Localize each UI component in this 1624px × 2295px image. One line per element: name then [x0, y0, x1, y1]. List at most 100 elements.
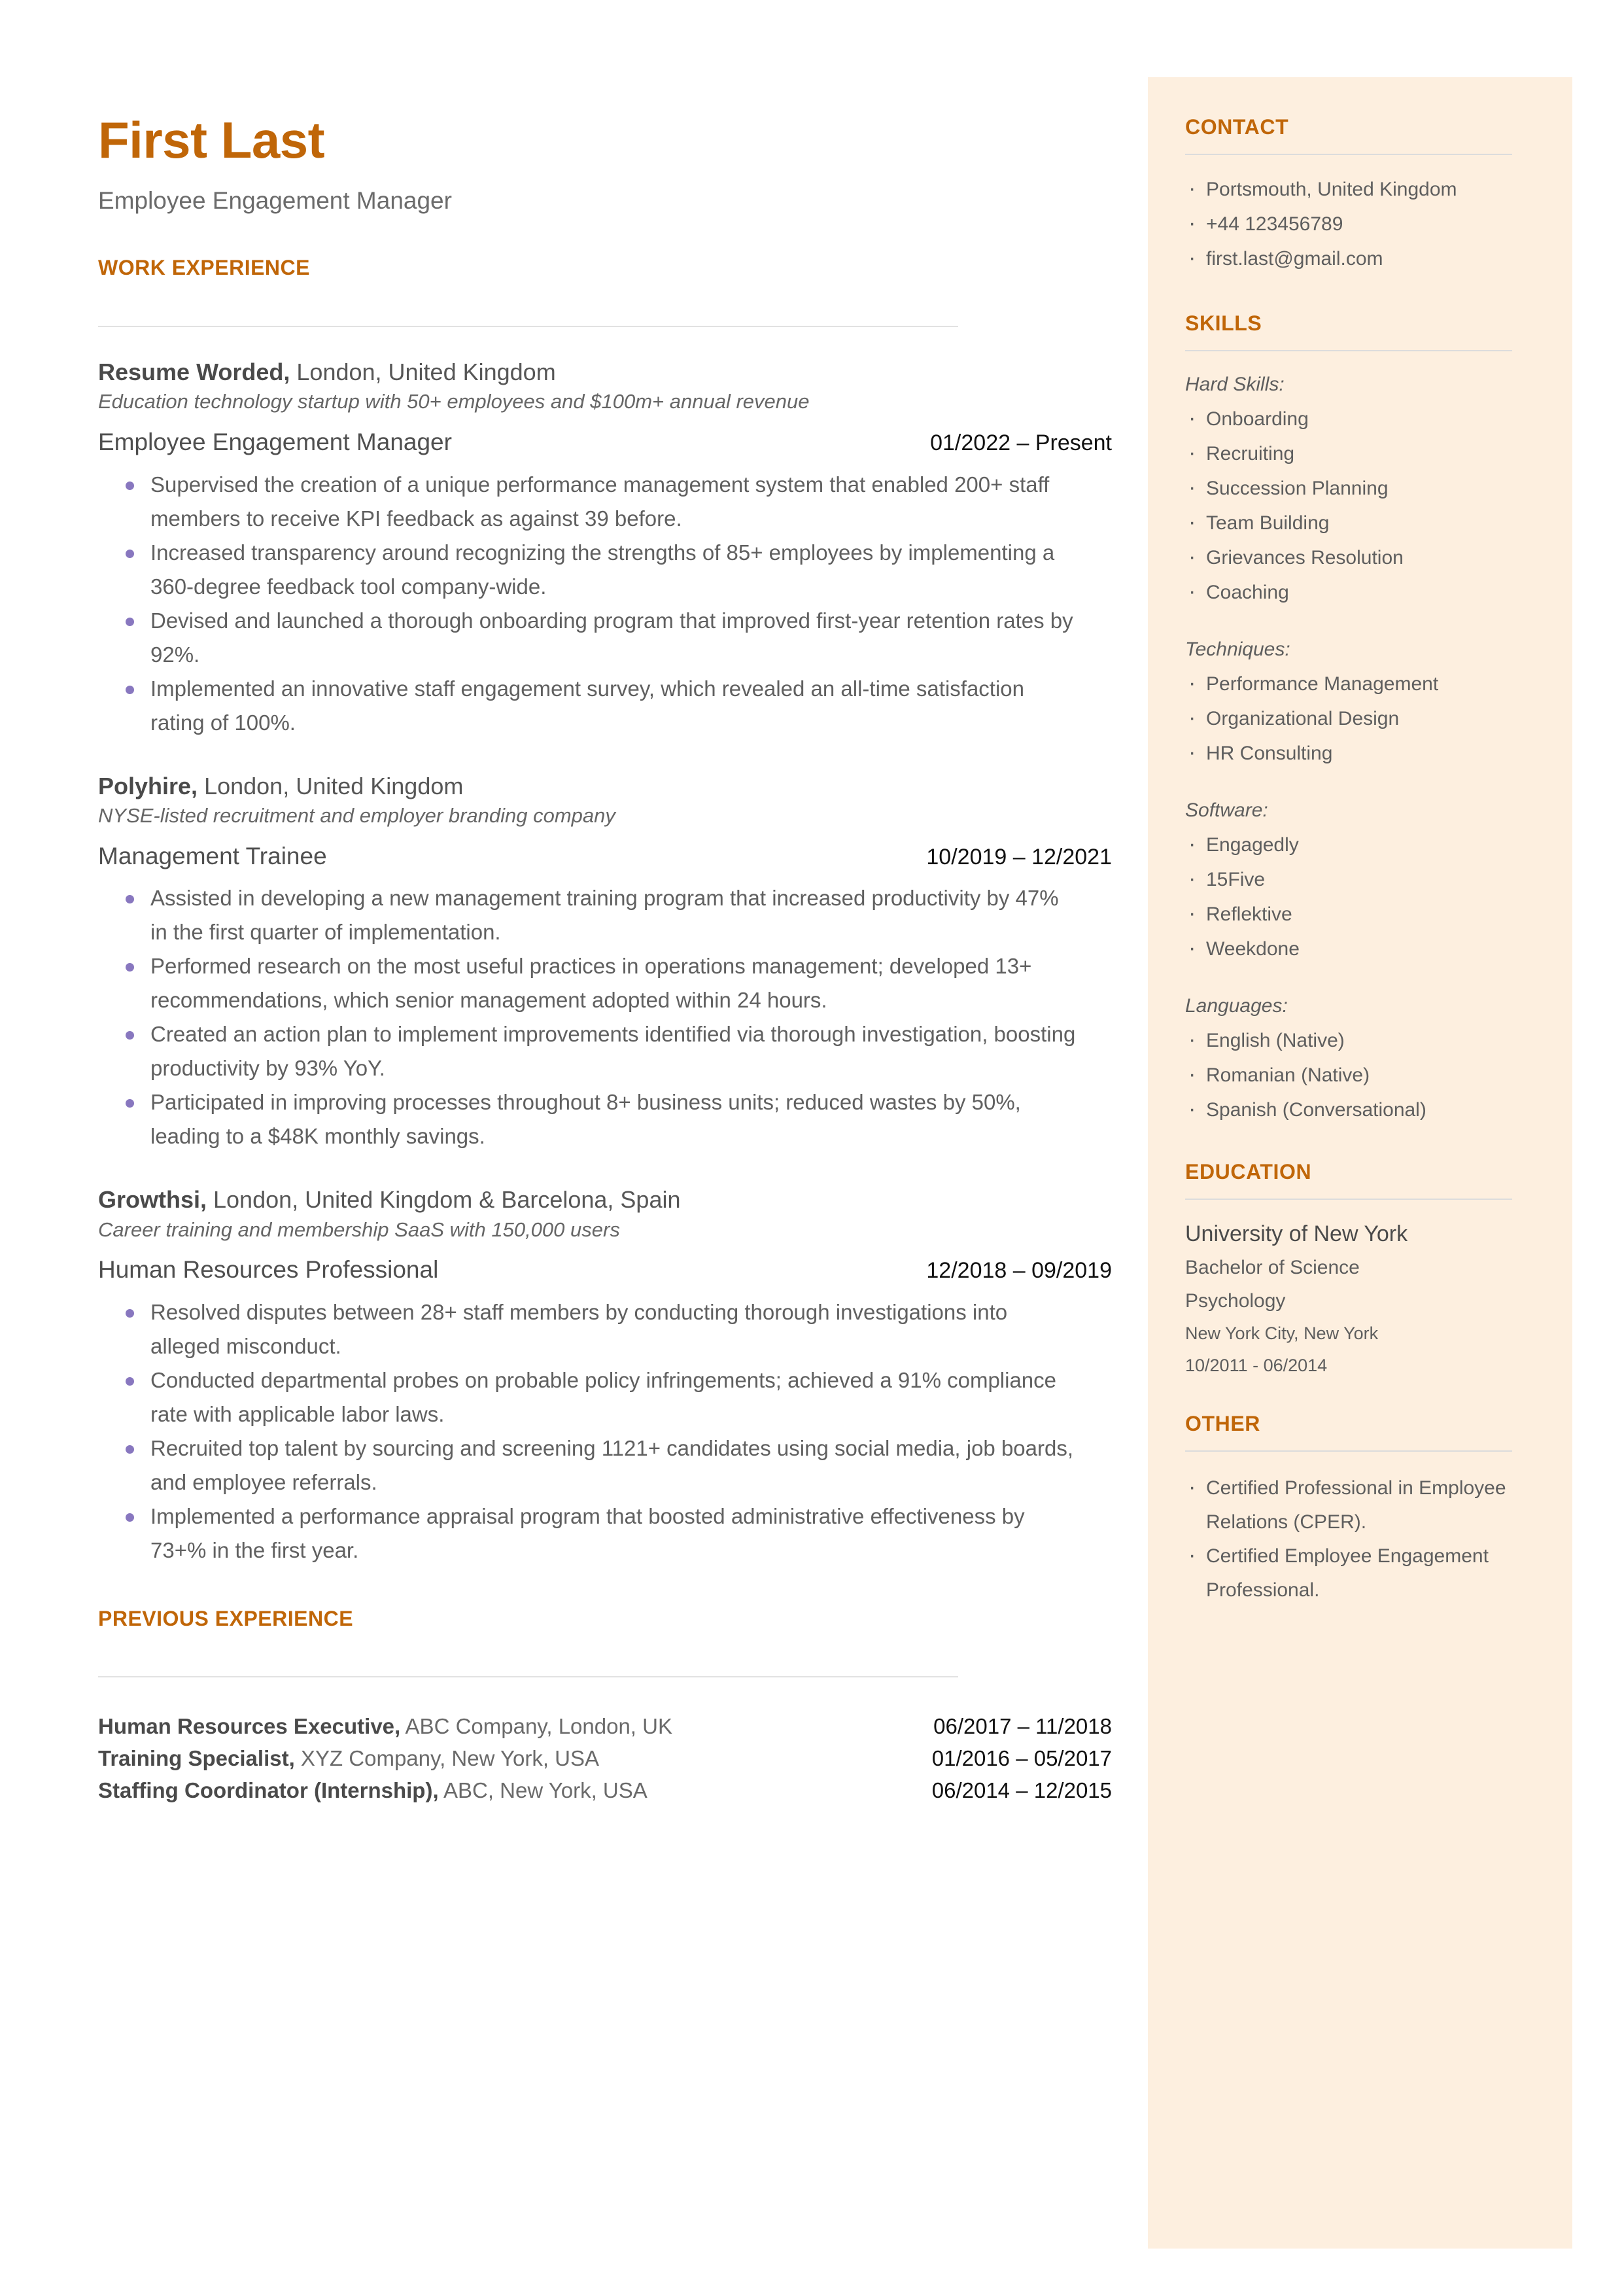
job-company-location: London, United Kingdom — [198, 772, 464, 799]
sidebar-heading-contact: CONTACT — [1185, 115, 1289, 139]
job-company: Growthsi, London, United Kingdom & Barce… — [98, 1186, 1118, 1213]
previous-experience-row: Human Resources Executive, ABC Company, … — [98, 1710, 1112, 1742]
job-company-location: London, United Kingdom — [290, 359, 556, 385]
job-dates: 12/2018 – 09/2019 — [926, 1258, 1112, 1284]
job-company-name: Polyhire, — [98, 772, 198, 799]
job-dates: 10/2019 – 12/2021 — [926, 844, 1112, 869]
previous-role-detail: ABC Company, London, UK — [400, 1714, 672, 1739]
job-company-name: Growthsi, — [98, 1186, 207, 1214]
previous-role: Staffing Coordinator (Internship), ABC, … — [98, 1774, 648, 1806]
contact-list: Portsmouth, United Kingdom +44 123456789… — [1185, 171, 1529, 276]
other-list: Certified Professional in Employee Relat… — [1185, 1470, 1529, 1607]
job-title: Employee Engagement Manager — [98, 429, 452, 456]
skill-item: Recruiting — [1185, 436, 1529, 471]
job-bullet: Increased transparency around recognizin… — [98, 536, 1079, 604]
job-bullets: Assisted in developing a new management … — [98, 881, 1079, 1153]
job-company: Polyhire, London, United Kingdom — [98, 773, 1118, 799]
job-description: Education technology startup with 50+ em… — [98, 390, 810, 413]
job-bullet: Devised and launched a thorough onboardi… — [98, 604, 1079, 672]
resume-page: CONTACT Portsmouth, United Kingdom +44 1… — [0, 0, 1624, 2295]
job-bullet: Implemented a performance appraisal prog… — [98, 1499, 1079, 1568]
skill-item: Team Building — [1185, 505, 1529, 540]
section-heading-previous-experience: PREVIOUS EXPERIENCE — [98, 1607, 354, 1631]
previous-role-title: Staffing Coordinator (Internship), — [98, 1778, 439, 1803]
education-school: University of New York — [1185, 1221, 1408, 1246]
sidebar-heading-other: OTHER — [1185, 1412, 1260, 1435]
job-bullet: Created an action plan to implement impr… — [98, 1017, 1079, 1085]
sidebar-content: CONTACT Portsmouth, United Kingdom +44 1… — [1185, 77, 1529, 1607]
skill-item: English (Native) — [1185, 1023, 1529, 1058]
sidebar-heading-education: EDUCATION — [1185, 1160, 1312, 1183]
job-description: NYSE-listed recruitment and employer bra… — [98, 804, 615, 828]
skills-list-languages: English (Native) Romanian (Native) Spani… — [1185, 1023, 1529, 1127]
job-bullet: Resolved disputes between 28+ staff memb… — [98, 1295, 1079, 1363]
skill-item: Organizational Design — [1185, 701, 1529, 736]
contact-item-phone: +44 123456789 — [1185, 206, 1529, 241]
education-degree: Bachelor of Science — [1185, 1257, 1360, 1278]
previous-experience-row: Staffing Coordinator (Internship), ABC, … — [98, 1774, 1112, 1806]
skills-group-label-languages: Languages: — [1185, 995, 1288, 1017]
skill-item: 15Five — [1185, 862, 1529, 897]
job-bullet: Assisted in developing a new management … — [98, 881, 1079, 949]
section-heading-work-experience: WORK EXPERIENCE — [98, 256, 310, 279]
skill-item: Coaching — [1185, 574, 1529, 610]
education-location: New York City, New York — [1185, 1323, 1379, 1343]
other-item: Certified Professional in Employee Relat… — [1185, 1470, 1529, 1539]
page-title: First Last — [98, 111, 325, 169]
skill-item: Grievances Resolution — [1185, 540, 1529, 575]
previous-role-dates: 06/2017 – 11/2018 — [933, 1714, 1112, 1739]
skill-item: Weekdone — [1185, 931, 1529, 966]
job-title: Management Trainee — [98, 842, 327, 869]
skills-list-hard: Onboarding Recruiting Succession Plannin… — [1185, 401, 1529, 610]
previous-role-detail: ABC, New York, USA — [438, 1778, 648, 1803]
skill-item: Performance Management — [1185, 666, 1529, 701]
job-dates: 01/2022 – Present — [930, 430, 1112, 456]
job-bullet: Conducted departmental probes on probabl… — [98, 1363, 1079, 1431]
previous-role: Human Resources Executive, ABC Company, … — [98, 1710, 672, 1742]
job-company-name: Resume Worded, — [98, 359, 290, 385]
job-bullet: Participated in improving processes thro… — [98, 1085, 1079, 1153]
job-title-row: Management Trainee 10/2019 – 12/2021 — [98, 843, 1112, 870]
skills-group-label-techniques: Techniques: — [1185, 639, 1290, 660]
previous-role-title: Training Specialist, — [98, 1746, 295, 1771]
job-bullet: Implemented an innovative staff engageme… — [98, 672, 1079, 740]
skill-item: Succession Planning — [1185, 470, 1529, 506]
previous-role-dates: 06/2014 – 12/2015 — [931, 1778, 1112, 1803]
skill-item: Spanish (Conversational) — [1185, 1092, 1529, 1127]
skills-list-software: Engagedly 15Five Reflektive Weekdone — [1185, 827, 1529, 966]
job-company: Resume Worded, London, United Kingdom — [98, 359, 1118, 385]
skills-group-label-software: Software: — [1185, 799, 1268, 821]
previous-role-detail: XYZ Company, New York, USA — [294, 1746, 600, 1771]
other-item: Certified Employee Engagement Profession… — [1185, 1538, 1529, 1607]
previous-role-title: Human Resources Executive, — [98, 1714, 401, 1739]
previous-role-dates: 01/2016 – 05/2017 — [931, 1746, 1112, 1771]
job-description: Career training and membership SaaS with… — [98, 1218, 620, 1241]
previous-experience-row: Training Specialist, XYZ Company, New Yo… — [98, 1742, 1112, 1774]
skill-item: Romanian (Native) — [1185, 1057, 1529, 1093]
job-bullets: Resolved disputes between 28+ staff memb… — [98, 1295, 1079, 1568]
skill-item: Reflektive — [1185, 896, 1529, 932]
job-bullet: Recruited top talent by sourcing and scr… — [98, 1431, 1079, 1499]
job-bullet: Supervised the creation of a unique perf… — [98, 468, 1079, 536]
main-column: First Last Employee Engagement Manager W… — [98, 0, 1118, 1806]
skills-list-techniques: Performance Management Organizational De… — [1185, 666, 1529, 771]
job-bullets: Supervised the creation of a unique perf… — [98, 468, 1079, 740]
job-title-row: Human Resources Professional 12/2018 – 0… — [98, 1257, 1112, 1284]
sidebar: CONTACT Portsmouth, United Kingdom +44 1… — [1148, 77, 1572, 2249]
job-bullet: Performed research on the most useful pr… — [98, 949, 1079, 1017]
education-dates: 10/2011 - 06/2014 — [1185, 1356, 1328, 1375]
job-title: Human Resources Professional — [98, 1256, 439, 1284]
header-subtitle: Employee Engagement Manager — [98, 187, 452, 214]
education-field: Psychology — [1185, 1290, 1286, 1312]
contact-item-location: Portsmouth, United Kingdom — [1185, 171, 1529, 207]
sidebar-heading-skills: SKILLS — [1185, 311, 1262, 335]
previous-role: Training Specialist, XYZ Company, New Yo… — [98, 1742, 599, 1774]
job-title-row: Employee Engagement Manager 01/2022 – Pr… — [98, 429, 1112, 456]
skill-item: Onboarding — [1185, 401, 1529, 436]
job-company-location: London, United Kingdom & Barcelona, Spai… — [207, 1186, 681, 1214]
skill-item: HR Consulting — [1185, 735, 1529, 771]
skill-item: Engagedly — [1185, 827, 1529, 862]
